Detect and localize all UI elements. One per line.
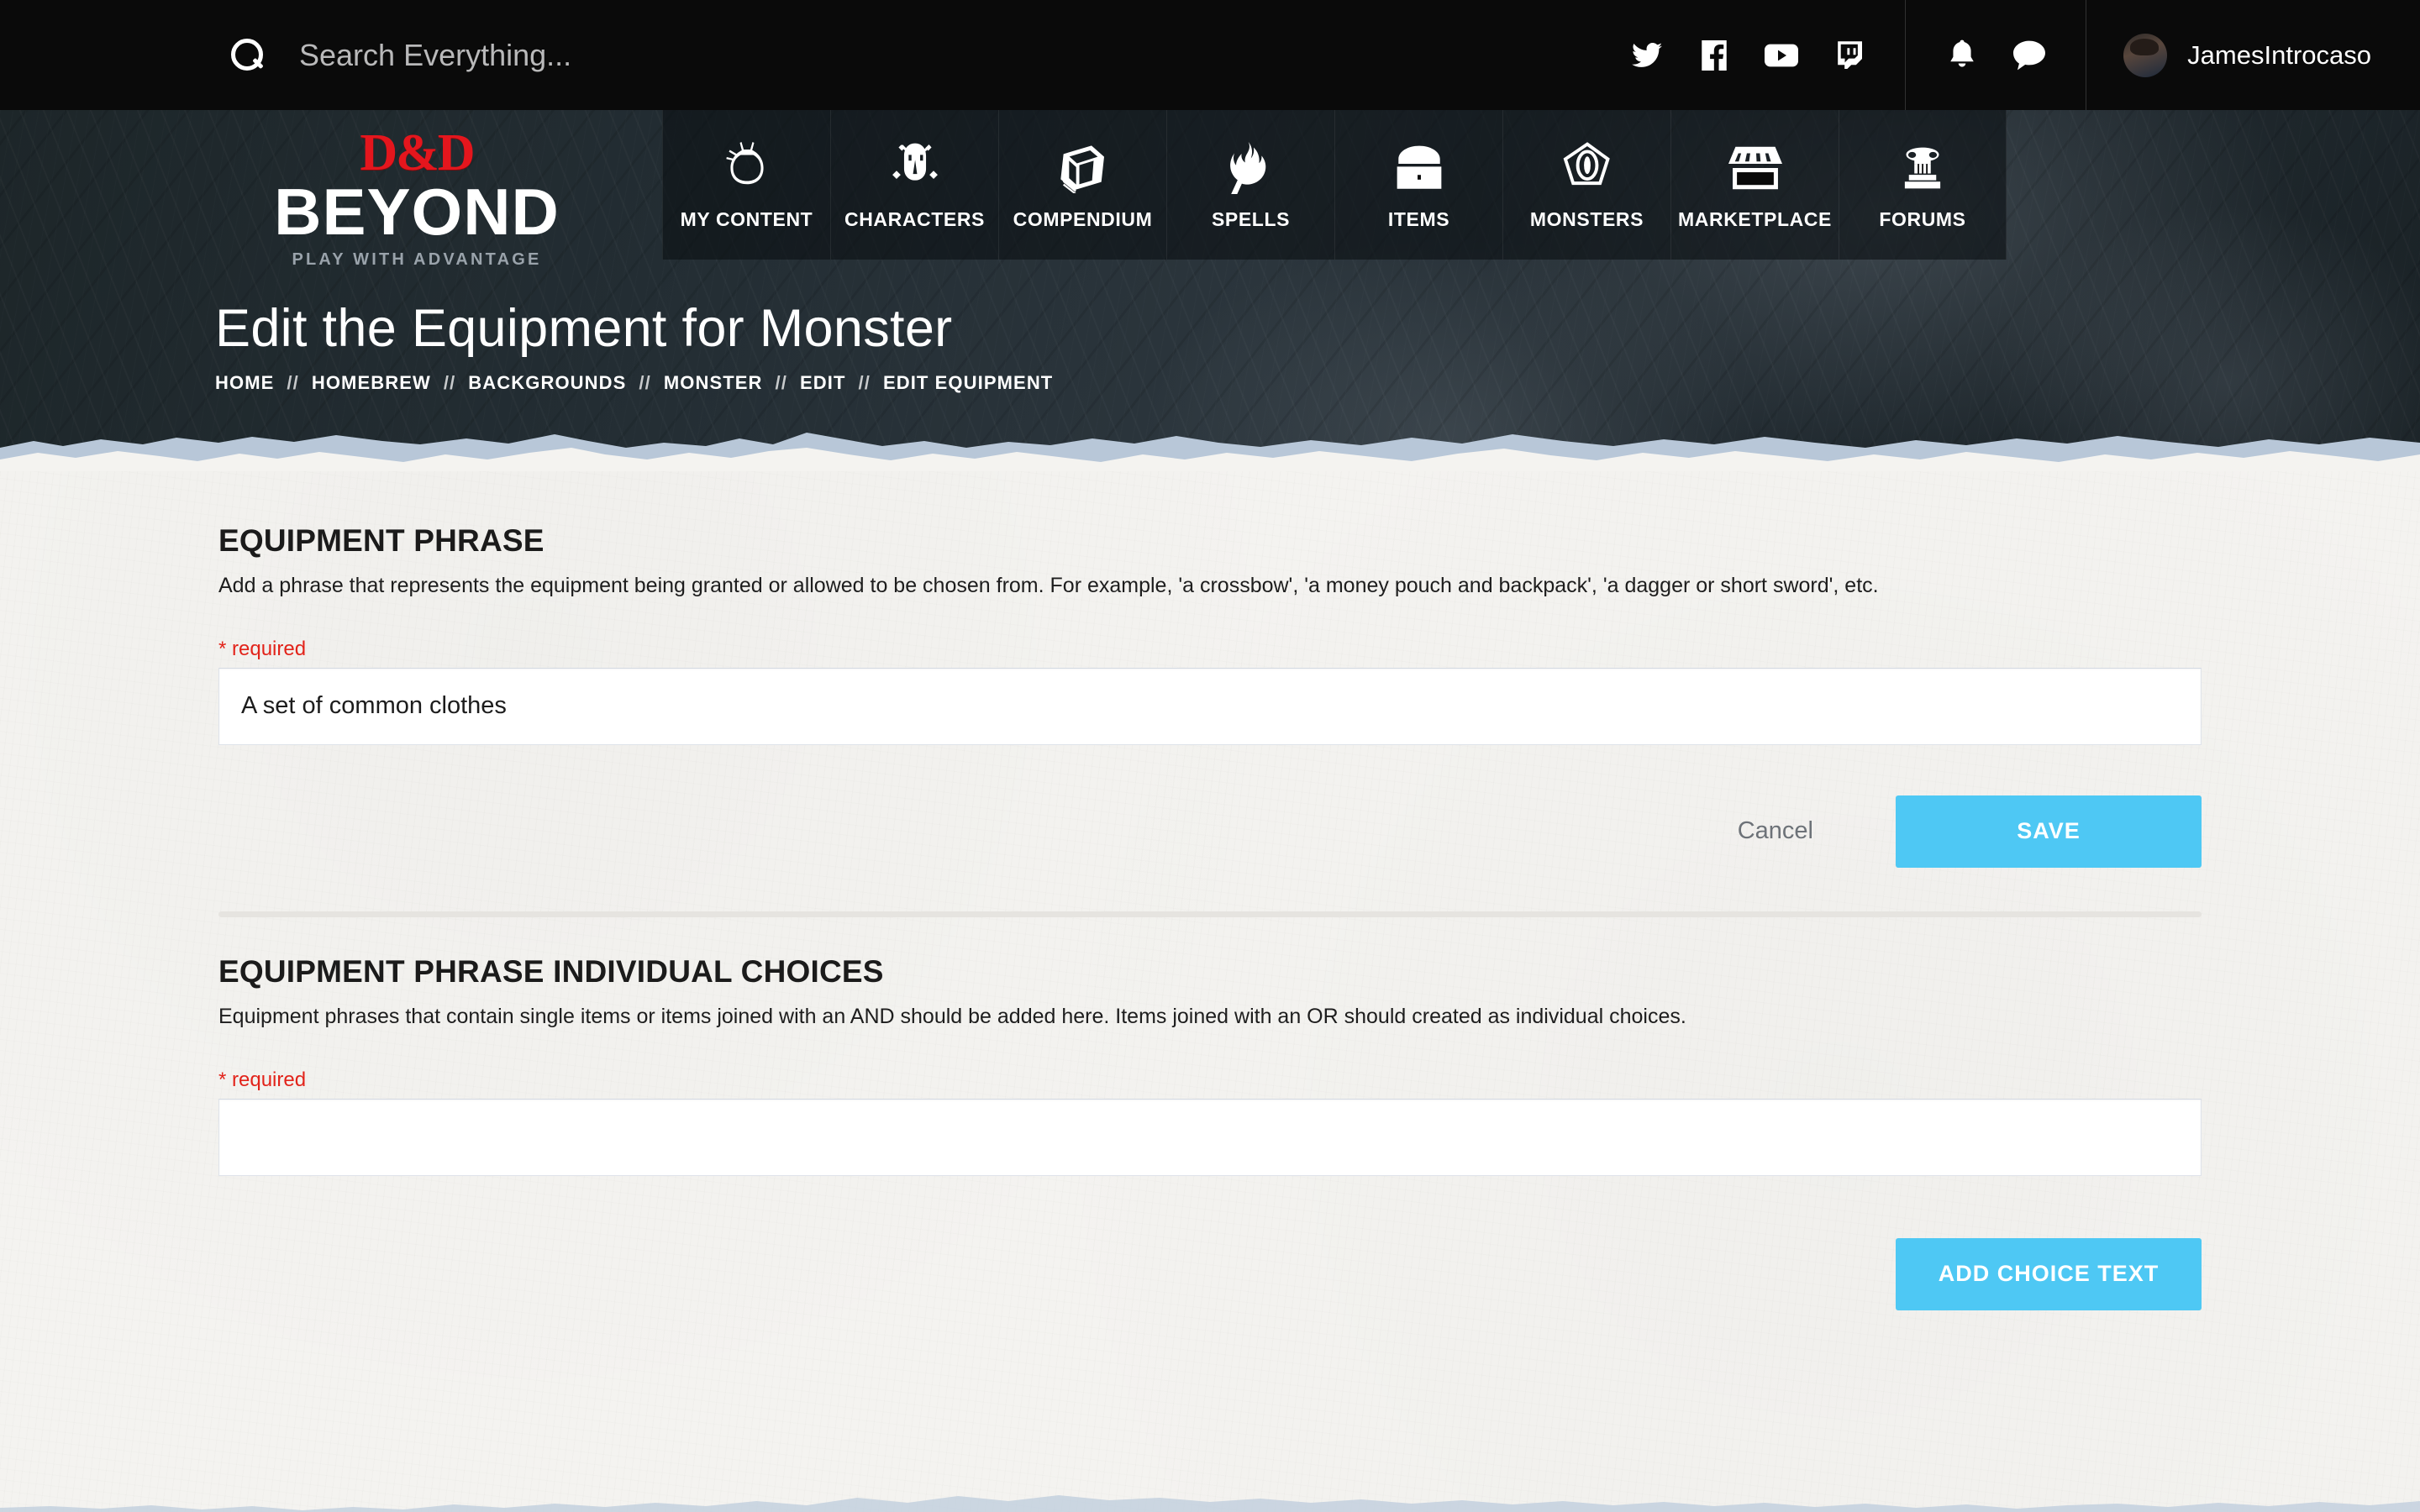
torn-paper-edge-bottom (0, 1495, 2420, 1512)
brand-and-nav-row: D&D BEYOND PLAY WITH ADVANTAGE MY CONTEN… (0, 110, 2420, 275)
search-icon[interactable] (229, 37, 266, 74)
notifications-bell-icon[interactable] (1943, 37, 1981, 74)
breadcrumb-item-home[interactable]: HOME (215, 372, 274, 394)
nav-label: ITEMS (1387, 207, 1450, 230)
breadcrumb-item-monster[interactable]: MONSTER (664, 372, 763, 394)
nav-label: MONSTERS (1529, 207, 1644, 230)
nav-label: FORUMS (1879, 207, 1966, 230)
nav-item-items[interactable]: ITEMS (1334, 110, 1502, 260)
top-utility-bar: JamesIntrocaso (0, 0, 2420, 110)
money-pouch-icon (723, 139, 771, 197)
breadcrumb: HOME // HOMEBREW // BACKGROUNDS // MONST… (215, 372, 2420, 394)
nav-item-forums[interactable]: FORUMS (1839, 110, 2007, 260)
breadcrumb-separator: // (287, 372, 299, 393)
notifications-group (1905, 0, 2086, 110)
logo-tagline: PLAY WITH ADVANTAGE (292, 250, 542, 270)
choice-text-input[interactable] (218, 1098, 2202, 1176)
section-title-individual-choices: EQUIPMENT PHRASE INDIVIDUAL CHOICES (218, 953, 884, 989)
cancel-button[interactable]: Cancel (1704, 802, 1847, 860)
nav-item-monsters[interactable]: MONSTERS (1502, 110, 1670, 260)
equipment-phrase-section: EQUIPMENT PHRASE Add a phrase that repre… (218, 523, 2202, 868)
site-masthead: D&D BEYOND PLAY WITH ADVANTAGE MY CONTEN… (0, 110, 2420, 471)
nav-label: MY CONTENT (680, 207, 813, 230)
logo-beyond-text: BEYOND (274, 174, 560, 249)
breadcrumb-separator: // (858, 372, 871, 393)
nav-item-compendium[interactable]: COMPENDIUM (998, 110, 1166, 260)
main-navigation: MY CONTENT CHARACTERS COMPENDIUM SPELLS … (662, 110, 2007, 260)
add-choice-text-button[interactable]: ADD CHOICE TEXT (1896, 1237, 2202, 1310)
flame-hand-icon (1228, 139, 1274, 197)
avatar (2123, 33, 2168, 77)
top-bar-right-cluster: JamesIntrocaso (1591, 0, 2420, 110)
nav-item-spells[interactable]: SPELLS (1166, 110, 1334, 260)
section-description-equipment-phrase: Add a phrase that represents the equipme… (218, 574, 1879, 597)
twitch-icon[interactable] (1829, 37, 1868, 74)
nav-item-marketplace[interactable]: MARKETPLACE (1670, 110, 1839, 260)
main-content-area: EQUIPMENT PHRASE Add a phrase that repre… (0, 471, 2420, 1512)
required-indicator-individual-choices: * required (218, 1068, 307, 1091)
nav-label: CHARACTERS (844, 207, 985, 230)
messages-chat-icon[interactable] (2010, 37, 2049, 74)
individual-choices-actions: ADD CHOICE TEXT (218, 1237, 2202, 1310)
nav-label: MARKETPLACE (1678, 207, 1832, 230)
search-bar[interactable] (0, 0, 1591, 110)
username-label: JamesIntrocaso (2187, 39, 2371, 70)
save-button[interactable]: SAVE (1896, 795, 2202, 868)
nav-item-characters[interactable]: CHARACTERS (830, 110, 998, 260)
monster-eye-icon (1563, 139, 1612, 197)
breadcrumb-separator: // (639, 372, 651, 393)
section-divider (218, 911, 2202, 917)
youtube-icon[interactable] (1762, 37, 1801, 74)
logo-dd-text: D&D (360, 124, 475, 181)
breadcrumb-item-edit-equipment[interactable]: EDIT EQUIPMENT (883, 372, 1053, 394)
dnd-beyond-logo[interactable]: D&D BEYOND PLAY WITH ADVANTAGE (215, 110, 618, 270)
twitter-icon[interactable] (1628, 37, 1666, 74)
section-title-equipment-phrase: EQUIPMENT PHRASE (218, 523, 544, 558)
storefront-icon (1728, 139, 1782, 197)
social-links-group (1591, 0, 1905, 110)
facebook-icon[interactable] (1695, 37, 1733, 74)
breadcrumb-separator: // (443, 372, 456, 393)
page-title: Edit the Equipment for Monster (215, 299, 953, 358)
book-icon (1058, 139, 1108, 197)
helmet-icon (889, 139, 941, 197)
breadcrumb-item-homebrew[interactable]: HOMEBREW (312, 372, 431, 394)
treasure-chest-icon (1392, 139, 1446, 197)
user-account-menu[interactable]: JamesIntrocaso (2086, 0, 2420, 110)
search-input[interactable] (266, 29, 1022, 81)
nav-item-my-content[interactable]: MY CONTENT (662, 110, 830, 260)
breadcrumb-separator: // (775, 372, 787, 393)
nav-label: COMPENDIUM (1013, 207, 1153, 230)
breadcrumb-item-backgrounds[interactable]: BACKGROUNDS (468, 372, 626, 394)
section-description-individual-choices: Equipment phrases that contain single it… (218, 1004, 1686, 1028)
breadcrumb-item-edit[interactable]: EDIT (800, 372, 846, 394)
pillar-icon (1897, 139, 1949, 197)
nav-label: SPELLS (1211, 207, 1291, 230)
required-indicator-equipment-phrase: * required (218, 637, 307, 660)
equipment-phrase-actions: Cancel SAVE (218, 795, 2202, 868)
equipment-phrase-input[interactable] (218, 667, 2202, 745)
individual-choices-section: EQUIPMENT PHRASE INDIVIDUAL CHOICES Equi… (218, 954, 2202, 1310)
